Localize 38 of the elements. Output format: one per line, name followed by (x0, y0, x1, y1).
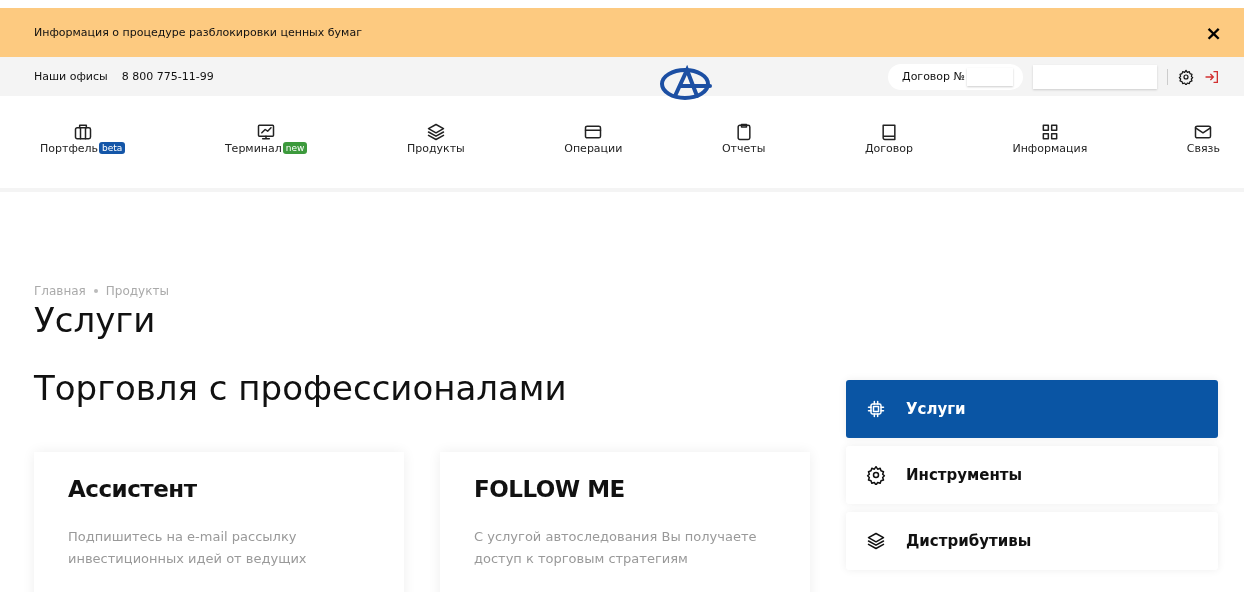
mail-icon (1193, 122, 1214, 142)
nav-item[interactable]: Связь (1186, 122, 1220, 188)
sidebar-item[interactable]: Дистрибутивы (846, 512, 1218, 570)
contract-selector[interactable]: Договор № (888, 63, 1023, 90)
nav-item[interactable]: Продукты (406, 122, 465, 188)
card-title: Ассистент (68, 476, 198, 502)
nav-item[interactable]: Информация (1012, 122, 1088, 188)
layers-icon (425, 122, 446, 142)
phone-number[interactable]: 8 800 775-11-99 (121, 70, 214, 83)
gear-icon (866, 465, 886, 485)
settings-icon (1178, 68, 1194, 85)
card-title: FOLLOW ME (474, 476, 626, 502)
breadcrumb-separator (93, 289, 98, 293)
section-title: Торговля с профессионалами (34, 368, 568, 408)
input-field[interactable] (1033, 64, 1157, 89)
card-icon (583, 122, 604, 142)
logout-icon[interactable] (1204, 68, 1220, 85)
nav-item[interactable]: Терминал new (224, 122, 308, 188)
nav-badge: beta (99, 142, 126, 154)
nav-item[interactable]: Портфель beta (40, 122, 126, 188)
card-description: С услугой автоследования Вы получаете доступ к торговым стратегиям (474, 528, 758, 569)
sidebar-item[interactable]: Услуги (846, 380, 1218, 438)
nav-badge: new (282, 142, 308, 154)
page-title: Услуги (34, 300, 157, 340)
nav-item[interactable]: Операции (564, 122, 623, 188)
card-description: Подпишитесь на e-mail рассылку инвестиционных идей от ведущих (68, 528, 308, 569)
service-card[interactable]: Ассистент Подпишитесь на e-mail рассылку инвестиционных идей от ведущих (34, 452, 404, 592)
service-card[interactable]: FOLLOW ME С услугой автоследования Вы получаете доступ к торговым стратегиям (440, 452, 810, 592)
nav-item[interactable]: Договор (864, 122, 913, 188)
nav-item[interactable]: Отчеты (721, 122, 766, 188)
chip-icon (866, 399, 886, 419)
offices-link[interactable]: Наши офисы (34, 70, 108, 83)
briefcase-icon (72, 122, 93, 142)
sidebar-item[interactable]: Инструменты (846, 446, 1218, 504)
layers-icon (866, 531, 886, 551)
monitor-icon (256, 122, 277, 142)
close-button[interactable]: × (1205, 22, 1222, 43)
banner-text[interactable]: Информация о процедуре разблокировки ценных бумаг (34, 26, 362, 39)
